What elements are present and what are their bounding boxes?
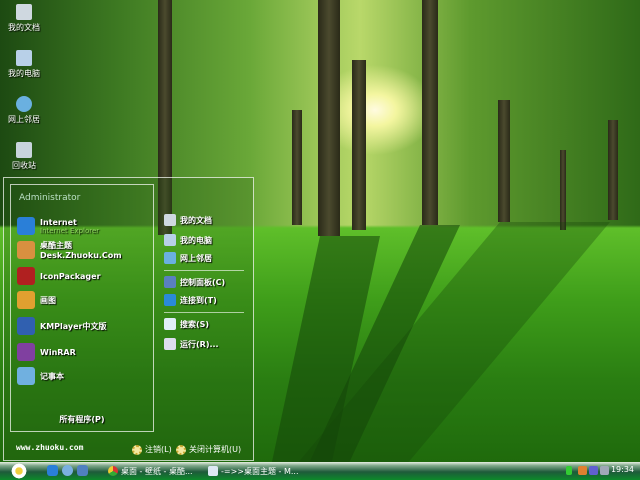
program-label: 记事本 [40, 371, 64, 381]
program-label: WinRAR [40, 347, 76, 357]
iconpackager-icon [17, 267, 35, 285]
place-label: 控制面板(C) [180, 277, 226, 287]
place-label: 搜索(S) [180, 319, 210, 329]
place-item[interactable]: 连接到(T) [164, 294, 217, 306]
program-label: KMPlayer中文版 [40, 321, 107, 331]
my-documents-icon [164, 214, 176, 226]
clock: 19:34 [610, 465, 634, 474]
chrome-icon [108, 466, 118, 476]
paint-icon [17, 291, 35, 309]
my-computer-icon [164, 234, 176, 246]
place-item[interactable]: 搜索(S) [164, 318, 209, 330]
shutdown-icon [176, 444, 186, 455]
place-label: 运行(R)... [180, 339, 219, 349]
start-menu: Administrator Internet Internet Explorer 桌… [3, 177, 254, 461]
run-icon [164, 338, 176, 350]
kmplayer-icon [17, 317, 35, 335]
task-button-2[interactable]: -=>>桌面主题 - M... [208, 464, 299, 478]
programs-panel: Administrator Internet Internet Explorer 桌… [10, 184, 154, 432]
desktop-quicklaunch-icon[interactable] [77, 465, 88, 476]
program-item[interactable]: KMPlayer中文版 [17, 315, 107, 337]
website-label: www.zhuoku.com [16, 443, 84, 452]
recycle-bin-icon [16, 142, 32, 158]
user-name: Administrator [19, 193, 81, 203]
task-button-1[interactable]: 桌面 - 壁纸 - 桌酷... [108, 464, 193, 478]
place-item[interactable]: 我的电脑 [164, 234, 212, 246]
program-label: IconPackager [40, 271, 101, 281]
desktop-icon-my-computer[interactable]: 我的电脑 [4, 50, 44, 79]
search-icon [164, 318, 176, 330]
notepad-icon [17, 367, 35, 385]
program-item[interactable]: 桌酷主题Desk.Zhuoku.Com [17, 239, 153, 261]
shutdown-button[interactable]: 关闭计算机(U) [176, 444, 241, 455]
place-label: 我的电脑 [180, 235, 212, 245]
desktop-icon-network-places[interactable]: 网上邻居 [4, 96, 44, 125]
control-panel-icon [164, 276, 176, 288]
my-documents-icon [16, 4, 32, 20]
tray-expand-icon[interactable] [566, 466, 572, 475]
desktop-icon-my-documents[interactable]: 我的文档 [4, 4, 44, 33]
tray-messenger-icon[interactable] [589, 466, 598, 475]
zhuoku-icon [17, 241, 35, 259]
tray-volume-icon[interactable] [600, 466, 609, 475]
place-item[interactable]: 我的文档 [164, 214, 212, 226]
program-label: Internet [40, 217, 77, 227]
place-item[interactable]: 控制面板(C) [164, 276, 225, 288]
all-programs-button[interactable]: 所有程序(P) [11, 414, 153, 425]
menu-separator [164, 312, 244, 313]
document-icon [208, 466, 218, 476]
place-label: 连接到(T) [180, 295, 217, 305]
internet-explorer-icon [17, 217, 35, 235]
winrar-icon [17, 343, 35, 361]
program-label: 画图 [40, 295, 56, 305]
place-item[interactable]: 运行(R)... [164, 338, 219, 350]
start-button[interactable] [10, 463, 28, 479]
program-sublabel: Internet Explorer [40, 226, 100, 235]
program-item[interactable]: Internet Internet Explorer [17, 215, 99, 237]
place-item[interactable]: 网上邻居 [164, 252, 212, 264]
program-item[interactable]: 画图 [17, 289, 56, 311]
program-item[interactable]: IconPackager [17, 265, 101, 287]
program-label: 桌酷主题Desk.Zhuoku.Com [40, 241, 122, 260]
place-label: 我的文档 [180, 215, 212, 225]
tray-app-icon[interactable] [578, 466, 587, 475]
logoff-button[interactable]: 注销(L) [132, 444, 172, 455]
connect-to-icon [164, 294, 176, 306]
taskbar: 桌面 - 壁纸 - 桌酷... -=>>桌面主题 - M... 19:34 [0, 462, 640, 480]
program-item[interactable]: WinRAR [17, 341, 76, 363]
network-places-icon [16, 96, 32, 112]
browser-quicklaunch-icon[interactable] [62, 465, 73, 476]
desktop-icon-recycle-bin[interactable]: 回收站 [4, 142, 44, 171]
my-computer-icon [16, 50, 32, 66]
menu-separator [164, 270, 244, 271]
logoff-icon [132, 444, 142, 455]
network-places-icon [164, 252, 176, 264]
place-label: 网上邻居 [180, 253, 212, 263]
ie-quicklaunch-icon[interactable] [47, 465, 58, 476]
program-item[interactable]: 记事本 [17, 365, 64, 387]
